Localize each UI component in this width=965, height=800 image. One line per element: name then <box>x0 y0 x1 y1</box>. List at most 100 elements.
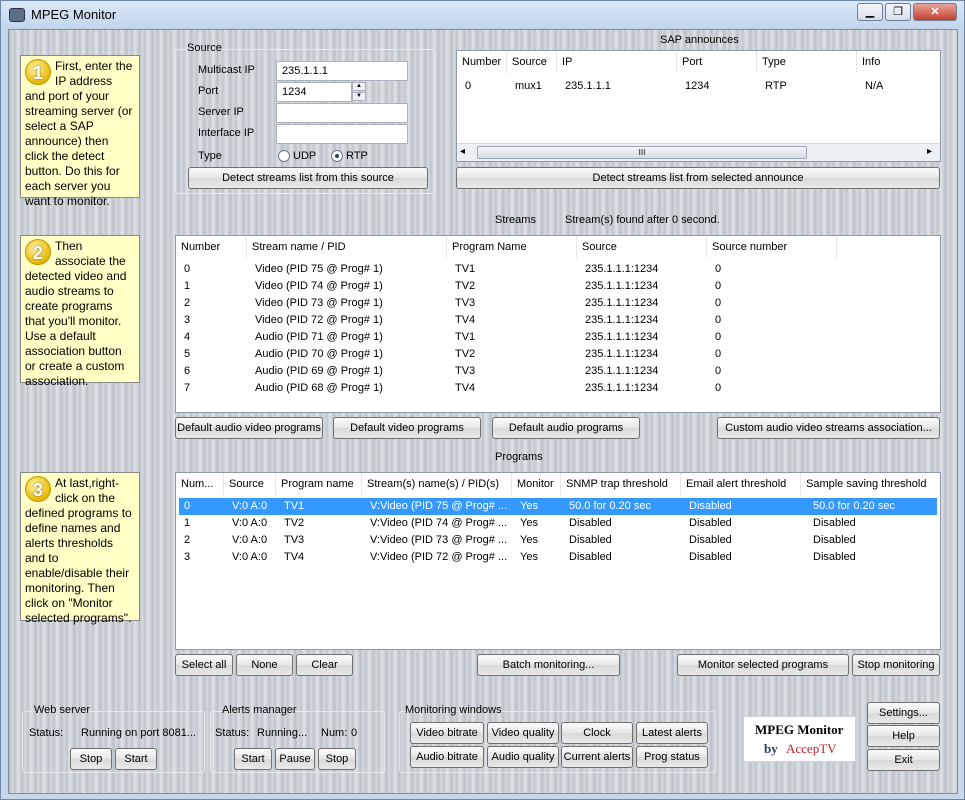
web-server-start-button[interactable]: Start <box>115 748 157 770</box>
table-cell: 0 <box>184 263 191 275</box>
sap-list[interactable]: Number Source IP Port Type Info 0 mux1 2… <box>456 50 941 162</box>
current-alerts-button[interactable]: Current alerts <box>561 746 633 768</box>
help-button[interactable]: Help <box>867 725 940 747</box>
sap-col-ip[interactable]: IP <box>557 51 677 73</box>
clear-button[interactable]: Clear <box>296 654 353 676</box>
table-cell: 0 <box>715 314 722 326</box>
exit-button[interactable]: Exit <box>867 749 940 771</box>
step2-note: 2 Then associate the detected video and … <box>20 235 140 388</box>
table-cell: TV4 <box>284 551 305 563</box>
table-row[interactable]: 6 Audio (PID 69 @ Prog# 1) TV3 235.1.1.1:12… <box>176 363 940 380</box>
maximize-button[interactable]: ❐ <box>885 3 911 21</box>
table-cell: 235.1.1.1:1234 <box>585 314 659 326</box>
detect-source-button[interactable]: Detect streams list from this source <box>188 167 428 189</box>
default-av-programs-button[interactable]: Default audio video programs <box>175 417 323 439</box>
streams-col-name[interactable]: Stream name / PID <box>247 236 447 258</box>
latest-alerts-button[interactable]: Latest alerts <box>636 722 708 744</box>
logo-brand: AccepTV <box>786 741 837 756</box>
sap-cell-number: 0 <box>465 80 472 92</box>
table-cell: 0 <box>715 297 722 309</box>
programs-col-email[interactable]: Email alert threshold <box>681 473 801 495</box>
none-button[interactable]: None <box>236 654 293 676</box>
web-server-stop-button[interactable]: Stop <box>70 748 112 770</box>
stop-monitoring-button[interactable]: Stop monitoring <box>852 654 940 676</box>
audio-quality-button[interactable]: Audio quality <box>487 746 559 768</box>
programs-col-monitor[interactable]: Monitor <box>512 473 561 495</box>
table-row[interactable]: 7 Audio (PID 68 @ Prog# 1) TV4 235.1.1.1:12… <box>176 380 940 397</box>
prog-status-button[interactable]: Prog status <box>636 746 708 768</box>
sap-col-type[interactable]: Type <box>757 51 857 73</box>
table-row[interactable]: 2 Video (PID 73 @ Prog# 1) TV3 235.1.1.1:12… <box>176 295 940 312</box>
rtp-label: RTP <box>346 150 368 162</box>
table-row[interactable]: 0 mux1 235.1.1.1 1234 RTP N/A <box>457 78 940 95</box>
select-all-button[interactable]: Select all <box>175 654 233 676</box>
programs-col-source[interactable]: Source <box>224 473 276 495</box>
table-row[interactable]: 4 Audio (PID 71 @ Prog# 1) TV1 235.1.1.1:12… <box>176 329 940 346</box>
port-field[interactable]: 1234 <box>276 82 352 102</box>
table-cell: 0 <box>184 500 191 512</box>
audio-bitrate-button[interactable]: Audio bitrate <box>410 746 484 768</box>
sap-col-source[interactable]: Source <box>507 51 557 73</box>
streams-col-program[interactable]: Program Name <box>447 236 577 258</box>
table-cell: V:Video (PID 75 @ Prog# ... <box>370 500 508 512</box>
clock-button[interactable]: Clock <box>561 722 633 744</box>
settings-button[interactable]: Settings... <box>867 702 940 724</box>
rtp-radio[interactable] <box>331 150 343 162</box>
alerts-num-label: Num: <box>321 727 348 739</box>
port-down-icon[interactable]: ▼ <box>352 92 366 101</box>
streams-col-source[interactable]: Source <box>577 236 707 258</box>
streams-col-number[interactable]: Number <box>176 236 247 258</box>
logo-title: MPEG Monitor <box>755 722 844 737</box>
programs-col-streams[interactable]: Stream(s) name(s) / PID(s) <box>362 473 512 495</box>
scroll-right-icon[interactable]: ▸ <box>927 146 932 157</box>
table-row[interactable]: 2 V:0 A:0 TV3 V:Video (PID 73 @ Prog# ... Ye… <box>179 532 937 549</box>
streams-col-source-number[interactable]: Source number <box>707 236 837 258</box>
close-button[interactable]: ✕ <box>913 3 957 21</box>
streams-list[interactable]: Number Stream name / PID Program Name So… <box>175 235 941 413</box>
scroll-left-icon[interactable]: ◂ <box>460 146 465 157</box>
table-row[interactable]: 0 Video (PID 75 @ Prog# 1) TV1 235.1.1.1:12… <box>176 261 940 278</box>
programs-list[interactable]: Num... Source Program name Stream(s) nam… <box>175 472 941 650</box>
alerts-pause-button[interactable]: Pause <box>275 748 315 770</box>
table-cell: 3 <box>184 314 191 326</box>
table-row[interactable]: 1 Video (PID 74 @ Prog# 1) TV2 235.1.1.1:12… <box>176 278 940 295</box>
scroll-thumb[interactable]: III <box>477 146 807 159</box>
table-row[interactable]: 3 Video (PID 72 @ Prog# 1) TV4 235.1.1.1:12… <box>176 312 940 329</box>
monitor-selected-button[interactable]: Monitor selected programs <box>677 654 849 676</box>
interface-ip-label: Interface IP <box>198 127 255 139</box>
logo-by: by <box>764 741 778 756</box>
table-cell: 0 <box>715 382 722 394</box>
title-bar[interactable]: MPEG Monitor ▁ ❐ ✕ <box>1 1 964 29</box>
table-cell: TV2 <box>455 280 476 292</box>
table-cell: Disabled <box>569 517 612 529</box>
table-row[interactable]: 1 V:0 A:0 TV2 V:Video (PID 74 @ Prog# ... Ye… <box>179 515 937 532</box>
server-ip-field[interactable] <box>276 103 408 123</box>
sap-scrollbar[interactable]: ◂ III ▸ <box>457 143 940 161</box>
default-audio-programs-button[interactable]: Default audio programs <box>492 417 640 439</box>
programs-col-snmp[interactable]: SNMP trap threshold <box>561 473 681 495</box>
default-video-programs-button[interactable]: Default video programs <box>333 417 481 439</box>
video-quality-button[interactable]: Video quality <box>487 722 559 744</box>
programs-col-sample[interactable]: Sample saving threshold <box>801 473 940 495</box>
custom-association-button[interactable]: Custom audio video streams association..… <box>717 417 940 439</box>
app-icon <box>9 8 25 22</box>
detect-announce-button[interactable]: Detect streams list from selected announ… <box>456 167 940 189</box>
programs-col-name[interactable]: Program name <box>276 473 362 495</box>
table-row[interactable]: 0 V:0 A:0 TV1 V:Video (PID 75 @ Prog# ... Ye… <box>179 498 937 515</box>
table-row[interactable]: 3 V:0 A:0 TV4 V:Video (PID 72 @ Prog# ... Ye… <box>179 549 937 566</box>
udp-radio[interactable] <box>278 150 290 162</box>
batch-monitoring-button[interactable]: Batch monitoring... <box>477 654 620 676</box>
programs-col-num[interactable]: Num... <box>176 473 224 495</box>
sap-col-info[interactable]: Info <box>857 51 940 73</box>
video-bitrate-button[interactable]: Video bitrate <box>410 722 484 744</box>
alerts-start-button[interactable]: Start <box>234 748 272 770</box>
table-row[interactable]: 5 Audio (PID 70 @ Prog# 1) TV2 235.1.1.1:12… <box>176 346 940 363</box>
interface-ip-field[interactable] <box>276 124 408 144</box>
port-up-icon[interactable]: ▲ <box>352 82 366 91</box>
table-cell: Video (PID 75 @ Prog# 1) <box>255 263 383 275</box>
sap-col-port[interactable]: Port <box>677 51 757 73</box>
sap-col-number[interactable]: Number <box>457 51 507 73</box>
alerts-stop-button[interactable]: Stop <box>318 748 356 770</box>
minimize-button[interactable]: ▁ <box>857 3 883 21</box>
multicast-ip-field[interactable]: 235.1.1.1 <box>276 61 408 81</box>
